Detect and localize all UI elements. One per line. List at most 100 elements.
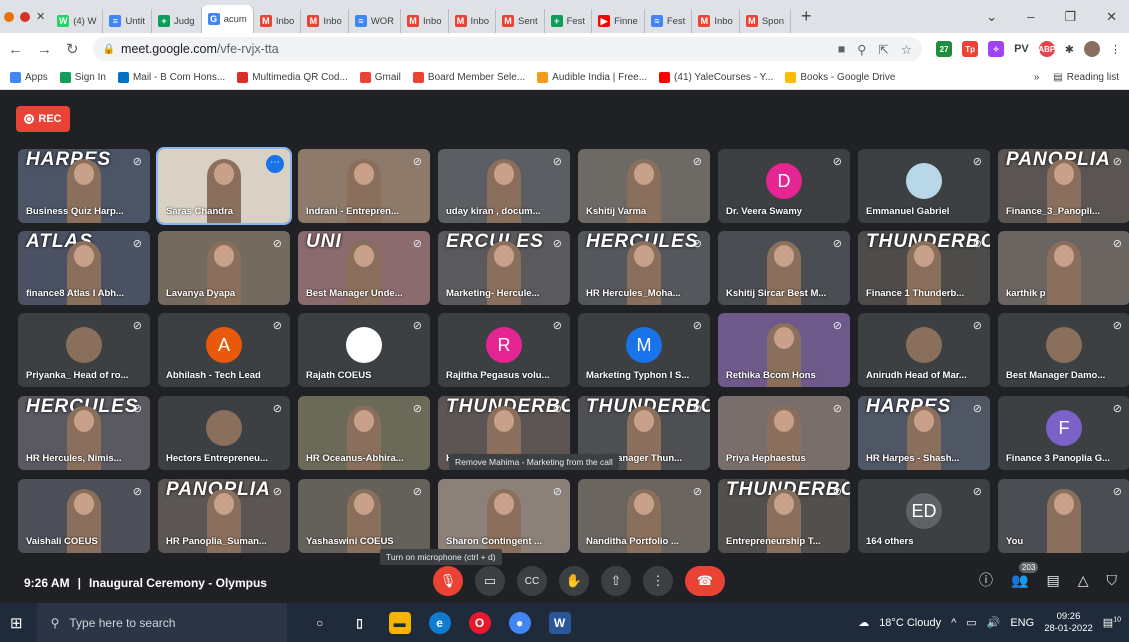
bookmark-item[interactable]: Audible India | Free...	[537, 71, 647, 83]
activities-icon[interactable]: △	[1078, 572, 1089, 589]
participant-tile[interactable]: ⊘ Rajath COEUS	[298, 313, 430, 387]
tab-13[interactable]: M Inbo	[692, 9, 740, 33]
people-button[interactable]: 203 👥	[1011, 561, 1039, 589]
maximize-button[interactable]: ❐	[1064, 9, 1076, 25]
minimize-button[interactable]: –	[1027, 9, 1034, 25]
new-tab-button[interactable]: +	[791, 6, 822, 27]
weather-text[interactable]: 18°C Cloudy	[879, 617, 941, 629]
bookmark-item[interactable]: Apps	[10, 71, 48, 83]
participant-tile[interactable]: ⊘ Hectors Entrepreneu...	[158, 396, 290, 470]
extension-tp-icon[interactable]: Tp	[962, 41, 979, 57]
tab-4[interactable]: M Inbo	[254, 9, 302, 33]
participant-tile[interactable]: PANOPLIA⊘HR Panoplia_Suman...	[158, 479, 290, 553]
notifications-icon[interactable]: ▤10	[1103, 616, 1121, 629]
camera-button[interactable]: ▭	[475, 566, 505, 596]
chevron-down-icon[interactable]: ⌄	[986, 9, 997, 25]
raise-hand-button[interactable]: ✋	[559, 566, 589, 596]
info-icon[interactable]: ⓘ	[979, 570, 993, 590]
participant-tile[interactable]: ⊘ Kshitij Varma	[578, 149, 710, 223]
participant-tile[interactable]: ⊘ Indrani - Entrepren...	[298, 149, 430, 223]
tab-9[interactable]: M Sent	[496, 9, 545, 33]
participant-tile[interactable]: THUNDERBOLTS⊘Finance 1 Thunderb...	[858, 231, 990, 305]
tab-10[interactable]: + Fest	[545, 9, 593, 33]
close-window-button[interactable]: ✕	[1106, 9, 1117, 25]
bookmark-item[interactable]: (41) YaleCourses - Y...	[659, 71, 773, 83]
bookmark-item[interactable]: Sign In	[59, 71, 106, 83]
extension-logo-icon[interactable]: ✧	[988, 41, 1005, 57]
participant-tile[interactable]: A ⊘ Abhilash - Tech Lead	[158, 313, 290, 387]
clock[interactable]: 09:26 28-01-2022	[1044, 611, 1093, 635]
task-view-icon[interactable]: ▯	[349, 612, 371, 634]
participant-tile[interactable]: ⊘ Rethika Bcom Hons	[718, 313, 850, 387]
chat-icon[interactable]: ▤	[1046, 572, 1059, 589]
participant-tile[interactable]: R ⊘ Rajitha Pegasus volu...	[438, 313, 570, 387]
language-indicator[interactable]: ENG	[1010, 617, 1034, 629]
participant-tile[interactable]: PANOPLIA⊘Finance_3_Panopli...	[998, 149, 1129, 223]
participant-tile[interactable]: ⊘ uday kiran , docum...	[438, 149, 570, 223]
present-button[interactable]: ⇧	[601, 566, 631, 596]
bookmark-item[interactable]: Mail - B Com Hons...	[117, 71, 225, 83]
taskbar-search[interactable]: ⚲ Type here to search	[36, 603, 287, 642]
back-icon[interactable]: ←	[8, 41, 23, 58]
bookmark-item[interactable]: Multimedia QR Cod...	[237, 71, 348, 83]
network-icon[interactable]: ▭	[966, 616, 976, 629]
extension-abp[interactable]: ABP	[1038, 41, 1055, 57]
star-icon[interactable]: ☆	[901, 42, 912, 57]
participant-tile[interactable]: ⊘ karthik p	[998, 231, 1129, 305]
tab-5[interactable]: M Inbo	[301, 9, 349, 33]
cortana-icon[interactable]: ○	[309, 612, 331, 634]
tab-0[interactable]: W (4) W	[51, 9, 104, 33]
tab-6[interactable]: ≡ WOR	[349, 9, 402, 33]
puzzle-icon[interactable]: ✱	[1065, 43, 1074, 56]
bookmark-item[interactable]: Books - Google Drive	[785, 71, 895, 83]
forward-icon[interactable]: →	[37, 41, 52, 58]
participant-tile[interactable]: HARPES ⊘ HR Harpes - Shash...	[858, 396, 990, 470]
file-explorer-icon[interactable]: ▬	[388, 611, 411, 634]
more-options-button[interactable]: ⋮	[643, 566, 673, 596]
participant-tile[interactable]: UNI ⊘ Best Manager Unde...	[298, 231, 430, 305]
share-icon[interactable]: ⇱	[878, 42, 888, 57]
participant-tile[interactable]: ⊘ Best Manager Damo...	[998, 313, 1129, 387]
participant-tile[interactable]: F ⊘ Finance 3 Panoplia G...	[998, 396, 1129, 470]
bookmark-item[interactable]: Gmail	[359, 71, 401, 83]
participant-tile[interactable]: ⊘ Kshitij Sircar Best M...	[718, 231, 850, 305]
camera-icon[interactable]: ■	[838, 42, 846, 57]
tab-8[interactable]: M Inbo	[449, 9, 497, 33]
participant-tile[interactable]: ⊘ Anirudh Head of Mar...	[858, 313, 990, 387]
participant-tile[interactable]: ⊘ Priya Hephaestus	[718, 396, 850, 470]
reload-icon[interactable]: ↻	[66, 40, 79, 58]
participant-tile[interactable]: ERCULES ⊘ Marketing- Hercule...	[438, 231, 570, 305]
word-icon[interactable]: W	[548, 611, 571, 634]
close-tab-icon[interactable]: ✕	[36, 10, 45, 23]
more-options-icon[interactable]: ⋯	[266, 155, 284, 173]
participant-tile[interactable]: ATLAS ⊘ finance8 Atlas I Abh...	[18, 231, 150, 305]
tab-12[interactable]: ≡ Fest	[645, 9, 693, 33]
extension-calendar-icon[interactable]: 27	[936, 41, 953, 57]
tab-3[interactable]: Gacum	[201, 5, 254, 33]
edge-icon[interactable]: e	[428, 611, 451, 634]
participant-tile[interactable]: ⊘ Priyanka_ Head of ro...	[18, 313, 150, 387]
participant-tile[interactable]: ⊘ Sharon Contingent ...	[438, 479, 570, 553]
participant-tile[interactable]: THUNDERBOLTS⊘Entrepreneurship T...	[718, 479, 850, 553]
microphone-off-button[interactable]: 🎙	[433, 566, 463, 596]
participant-tile[interactable]: HERCULES⊘HR Hercules_Moha...	[578, 231, 710, 305]
bookmarks-overflow[interactable]: »	[1034, 72, 1040, 83]
more-icon[interactable]: ⋮	[1110, 43, 1121, 56]
profile-avatar[interactable]	[1084, 41, 1100, 57]
participant-tile[interactable]: HARPES ⊘ Business Quiz Harp...	[18, 149, 150, 223]
tab-1[interactable]: ≡ Untit	[103, 9, 152, 33]
participant-tile[interactable]: ⊘ Vaishali COEUS	[18, 479, 150, 553]
chrome-icon[interactable]: ●	[508, 611, 531, 634]
captions-button[interactable]: CC	[517, 566, 547, 596]
participant-tile[interactable]: M ⊘ Marketing Typhon I S...	[578, 313, 710, 387]
tray-chevron-icon[interactable]: ^	[951, 617, 956, 629]
tab-7[interactable]: M Inbo	[401, 9, 449, 33]
participant-tile[interactable]: ⊘ Yashaswini COEUS	[298, 479, 430, 553]
participant-tile[interactable]: ⋯ Saras Chandra	[156, 147, 292, 225]
participant-tile[interactable]: ⊘ HR Oceanus-Abhira...	[298, 396, 430, 470]
volume-icon[interactable]: 🔊	[987, 616, 1001, 629]
participant-tile[interactable]: D ⊘ Dr. Veera Swamy	[718, 149, 850, 223]
participant-tile[interactable]: ED ⊘ 164 others	[858, 479, 990, 553]
participant-tile[interactable]: ⊘ Emmanuel Gabriel	[858, 149, 990, 223]
opera-icon[interactable]: O	[468, 611, 491, 634]
